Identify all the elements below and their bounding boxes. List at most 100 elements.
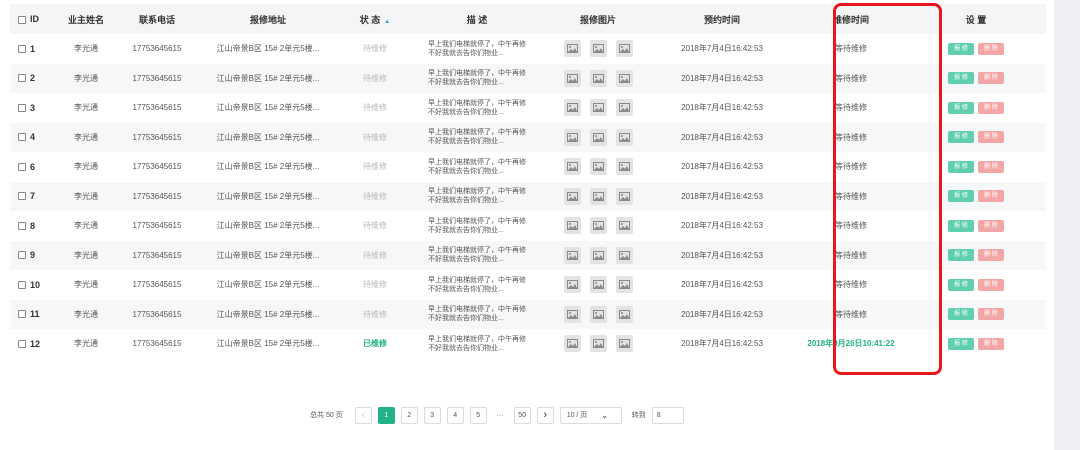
table-row[interactable]: 6 李光通 17753645615 江山帝景B区 15# 2单元5楼... 待维修 早上我… — [10, 152, 1046, 182]
report-button[interactable]: 报 修 — [948, 190, 974, 203]
image-placeholder-icon[interactable] — [615, 128, 633, 146]
report-button[interactable]: 报 修 — [948, 131, 974, 144]
image-placeholder-icon[interactable] — [615, 40, 633, 58]
cell-id[interactable]: 6 — [10, 152, 50, 182]
delete-button[interactable]: 删 除 — [978, 190, 1004, 203]
table-row[interactable]: 3 李光通 17753645615 江山帝景B区 15# 2单元5楼... 待维修 早上我… — [10, 93, 1046, 123]
image-placeholder-icon[interactable] — [563, 187, 581, 205]
report-button[interactable]: 报 修 — [948, 219, 974, 232]
image-placeholder-icon[interactable] — [615, 187, 633, 205]
table-row[interactable]: 4 李光通 17753645615 江山帝景B区 15# 2单元5楼... 待维修 早上我… — [10, 122, 1046, 152]
image-placeholder-icon[interactable] — [589, 246, 607, 264]
cell-id[interactable]: 8 — [10, 211, 50, 241]
table-row[interactable]: 9 李光通 17753645615 江山帝景B区 15# 2单元5楼... 待维修 早上我… — [10, 240, 1046, 271]
page-4[interactable]: 4 — [446, 406, 464, 424]
image-placeholder-icon[interactable] — [615, 69, 633, 87]
cell-id[interactable]: 10 — [10, 270, 50, 300]
image-placeholder-icon[interactable] — [589, 69, 607, 87]
page-last[interactable]: 50 — [513, 406, 531, 424]
image-placeholder-icon[interactable] — [615, 335, 633, 353]
image-placeholder-icon[interactable] — [563, 158, 581, 176]
delete-button[interactable]: 删 除 — [978, 337, 1004, 350]
page-2[interactable]: 2 — [400, 406, 418, 424]
pagination-ellipsis[interactable]: ··· — [493, 412, 508, 419]
image-placeholder-icon[interactable] — [589, 99, 607, 117]
image-placeholder-icon[interactable] — [563, 40, 581, 58]
row-checkbox[interactable] — [18, 44, 26, 53]
image-placeholder-icon[interactable] — [563, 335, 581, 353]
row-checkbox[interactable] — [18, 339, 26, 348]
table-row[interactable]: 11 李光通 17753645615 江山帝景B区 15# 2单元5楼... 待维修 早上… — [10, 299, 1046, 330]
chevron-left-icon[interactable]: ‹ — [354, 406, 372, 424]
jump-page-input[interactable]: 8 — [651, 406, 684, 424]
header-status[interactable]: 状 态 ▲ — [344, 4, 406, 34]
row-checkbox[interactable] — [18, 162, 26, 171]
report-button[interactable]: 报 修 — [948, 160, 974, 173]
row-checkbox[interactable] — [18, 103, 26, 112]
delete-button[interactable]: 删 除 — [978, 278, 1004, 291]
report-button[interactable]: 报 修 — [948, 101, 974, 114]
report-button[interactable]: 报 修 — [948, 278, 974, 291]
sort-arrow-icon[interactable]: ▲ — [384, 19, 390, 25]
delete-button[interactable]: 删 除 — [978, 42, 1004, 55]
image-placeholder-icon[interactable] — [589, 187, 607, 205]
cell-id[interactable]: 7 — [10, 182, 50, 212]
image-placeholder-icon[interactable] — [589, 217, 607, 235]
image-placeholder-icon[interactable] — [563, 217, 581, 235]
row-checkbox[interactable] — [18, 251, 26, 260]
image-placeholder-icon[interactable] — [563, 128, 581, 146]
delete-button[interactable]: 删 除 — [978, 219, 1004, 232]
image-placeholder-icon[interactable] — [589, 128, 607, 146]
row-checkbox[interactable] — [18, 221, 26, 230]
image-placeholder-icon[interactable] — [589, 40, 607, 58]
delete-button[interactable]: 删 除 — [978, 160, 1004, 173]
cell-id[interactable]: 1 — [10, 34, 50, 64]
report-button[interactable]: 报 修 — [948, 308, 974, 321]
table-row[interactable]: 12 李光通 17753645615 江山帝景B区 15# 2单元5楼... 已维修 早上… — [10, 329, 1046, 359]
row-checkbox[interactable] — [18, 192, 26, 201]
delete-button[interactable]: 删 除 — [978, 249, 1004, 262]
delete-button[interactable]: 删 除 — [978, 131, 1004, 144]
image-placeholder-icon[interactable] — [615, 158, 633, 176]
chevron-right-icon[interactable]: › — [536, 406, 554, 424]
image-placeholder-icon[interactable] — [615, 217, 633, 235]
report-button[interactable]: 报 修 — [948, 249, 974, 262]
cell-id[interactable]: 12 — [10, 329, 50, 359]
image-placeholder-icon[interactable] — [563, 246, 581, 264]
table-row[interactable]: 2 李光通 17753645615 江山帝景B区 15# 2单元5楼... 待维修 早上我… — [10, 63, 1046, 94]
image-placeholder-icon[interactable] — [615, 246, 633, 264]
page-size-select[interactable]: 10 / 页 ⌄ — [559, 406, 622, 424]
image-placeholder-icon[interactable] — [589, 305, 607, 323]
image-placeholder-icon[interactable] — [589, 276, 607, 294]
image-placeholder-icon[interactable] — [589, 158, 607, 176]
image-placeholder-icon[interactable] — [589, 335, 607, 353]
cell-id[interactable]: 9 — [10, 241, 50, 271]
report-button[interactable]: 报 修 — [948, 42, 974, 55]
row-checkbox[interactable] — [18, 133, 26, 142]
table-row[interactable]: 10 李光通 17753645615 江山帝景B区 15# 2单元5楼... 待维修 早上… — [10, 270, 1046, 300]
header-id[interactable]: ID — [10, 4, 50, 34]
delete-button[interactable]: 删 除 — [978, 72, 1004, 85]
cell-id[interactable]: 3 — [10, 93, 50, 123]
table-row[interactable]: 1 李光通 17753645615 江山帝景B区 15# 2单元5楼... 待维修 早上我… — [10, 34, 1046, 64]
image-placeholder-icon[interactable] — [615, 305, 633, 323]
select-all-checkbox[interactable] — [18, 15, 26, 24]
page-1[interactable]: 1 — [377, 406, 395, 424]
cell-id[interactable]: 2 — [10, 64, 50, 94]
table-row[interactable]: 8 李光通 17753645615 江山帝景B区 15# 2单元5楼... 待维修 早上我… — [10, 211, 1046, 241]
image-placeholder-icon[interactable] — [563, 99, 581, 117]
report-button[interactable]: 报 修 — [948, 72, 974, 85]
page-5[interactable]: 5 — [469, 406, 487, 424]
page-3[interactable]: 3 — [423, 406, 441, 424]
image-placeholder-icon[interactable] — [615, 99, 633, 117]
image-placeholder-icon[interactable] — [563, 276, 581, 294]
row-checkbox[interactable] — [18, 310, 26, 319]
table-row[interactable]: 7 李光通 17753645615 江山帝景B区 15# 2单元5楼... 待维修 早上我… — [10, 181, 1046, 212]
cell-id[interactable]: 11 — [10, 300, 50, 330]
report-button[interactable]: 报 修 — [948, 337, 974, 350]
image-placeholder-icon[interactable] — [615, 276, 633, 294]
row-checkbox[interactable] — [18, 280, 26, 289]
image-placeholder-icon[interactable] — [563, 69, 581, 87]
row-checkbox[interactable] — [18, 74, 26, 83]
delete-button[interactable]: 删 除 — [978, 308, 1004, 321]
